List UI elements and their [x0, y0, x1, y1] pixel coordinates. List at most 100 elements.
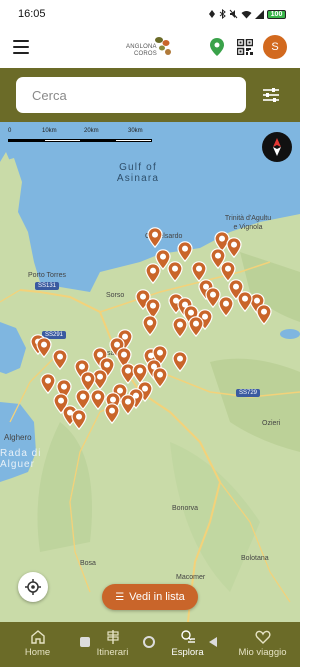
alarm-icon: [209, 10, 215, 18]
map-label-gulf: Gulf of Asinara: [116, 162, 160, 184]
menu-button[interactable]: [13, 40, 29, 54]
wifi-icon: [241, 10, 252, 18]
menu-icon-bar: [13, 40, 29, 42]
map-marker[interactable]: [147, 227, 163, 249]
map-pin-icon: [210, 38, 224, 56]
list-icon: ☰: [115, 591, 125, 603]
app-screen: 16:05 100 ANGLONA COROS S Cerca 0 10km 2…: [0, 0, 300, 667]
heart-icon: [255, 630, 270, 644]
status-icons: 100: [208, 9, 286, 19]
map-marker[interactable]: [142, 315, 158, 337]
marker-pin-icon: [145, 263, 161, 285]
marker-pin-icon: [147, 227, 163, 249]
scale-bar: 0 10km 20km 30km: [8, 127, 152, 143]
marker-pin-icon: [71, 409, 87, 431]
system-home-icon[interactable]: [143, 636, 155, 648]
scale-label: 10km: [42, 128, 57, 134]
map-label-rada: Rada di Alguer: [0, 448, 42, 470]
marker-pin-icon: [177, 241, 193, 263]
home-icon: [30, 630, 45, 644]
signal-icon: [255, 9, 264, 19]
crosshair-icon: [25, 579, 41, 595]
search-input[interactable]: [16, 77, 246, 113]
scale-segment: [45, 140, 80, 141]
map-marker[interactable]: [145, 263, 161, 285]
map-label-sorso: Sorso: [106, 292, 125, 299]
map-marker[interactable]: [218, 296, 234, 318]
qr-code-icon: [236, 38, 254, 56]
logo-text: ANGLONA COROS: [126, 44, 157, 58]
road-shield: SS729: [236, 389, 261, 397]
menu-icon-bar: [13, 46, 29, 48]
marker-pin-icon: [172, 317, 188, 339]
nav-item-itinerari[interactable]: Itinerari: [83, 629, 143, 658]
search-bar: [0, 68, 300, 122]
nav-item-mio-viaggio[interactable]: Mio viaggio: [233, 629, 293, 658]
marker-pin-icon: [120, 394, 136, 416]
map-marker[interactable]: [226, 237, 242, 259]
map-marker[interactable]: [237, 291, 253, 313]
system-back-icon[interactable]: [207, 636, 219, 648]
battery-icon: 100: [267, 9, 286, 19]
marker-pin-icon: [172, 351, 188, 373]
menu-icon-bar: [13, 52, 29, 54]
marker-pin-icon: [256, 304, 272, 326]
sliders-icon: [263, 88, 279, 102]
road-shield: SS131: [35, 282, 60, 290]
marker-pin-icon: [226, 237, 242, 259]
map-label-trinita: Trinità d'Agultu e Vignola: [224, 215, 272, 231]
map-label-bonorva: Bonorva: [172, 505, 199, 512]
nav-label: Esplora: [171, 647, 204, 658]
marker-pin-icon: [104, 403, 120, 425]
map-view[interactable]: 0 10km 20km 30km Gulf of Asinara Castels…: [0, 122, 300, 622]
app-header: ANGLONA COROS S: [0, 28, 300, 68]
marker-pin-icon: [237, 291, 253, 313]
map-marker[interactable]: [71, 409, 87, 431]
filter-button[interactable]: [262, 86, 280, 104]
signpost-icon: [106, 630, 119, 644]
map-pin-button[interactable]: [210, 38, 224, 56]
locate-button[interactable]: [18, 572, 48, 602]
map-marker[interactable]: [172, 317, 188, 339]
compass-button[interactable]: [262, 132, 292, 162]
map-marker[interactable]: [104, 403, 120, 425]
nav-label: Itinerari: [96, 647, 129, 658]
compass-icon: [273, 138, 281, 156]
nav-label: Home: [24, 647, 51, 658]
marker-pin-icon: [152, 367, 168, 389]
marker-pin-icon: [218, 296, 234, 318]
map-marker[interactable]: [40, 373, 56, 395]
map-marker[interactable]: [167, 261, 183, 283]
app-logo: ANGLONA COROS: [126, 34, 174, 62]
marker-pin-icon: [142, 315, 158, 337]
map-marker[interactable]: [177, 241, 193, 263]
nav-item-home[interactable]: Home: [8, 629, 68, 658]
status-bar: 16:05 100: [0, 0, 300, 28]
map-label-bolotana: Bolotana: [241, 555, 269, 562]
map-marker[interactable]: [188, 316, 204, 338]
map-label-porto-torres: Porto Torres: [28, 272, 66, 279]
map-marker[interactable]: [36, 337, 52, 359]
map-label-bosa: Bosa: [80, 560, 96, 567]
map-marker[interactable]: [52, 349, 68, 371]
map-marker[interactable]: [256, 304, 272, 326]
avatar[interactable]: S: [263, 35, 287, 59]
map-marker[interactable]: [120, 394, 136, 416]
map-label-ozieri: Ozieri: [262, 420, 281, 427]
map-marker[interactable]: [152, 367, 168, 389]
qr-code-button[interactable]: [236, 38, 254, 56]
map-marker[interactable]: [172, 351, 188, 373]
system-recents-icon[interactable]: [79, 636, 91, 648]
scale-label: 0: [8, 128, 12, 134]
scale-label: 20km: [84, 128, 99, 134]
nav-label: Mio viaggio: [238, 647, 287, 658]
view-list-button[interactable]: ☰ Vedi in lista: [102, 584, 198, 610]
status-time: 16:05: [18, 8, 46, 20]
logo-line1: ANGLONA: [126, 44, 157, 50]
marker-pin-icon: [52, 349, 68, 371]
explore-list-icon: [180, 630, 195, 643]
marker-pin-icon: [36, 337, 52, 359]
scale-label: 30km: [128, 128, 143, 134]
marker-pin-icon: [188, 316, 204, 338]
map-label-macomer: Macomer: [176, 574, 206, 581]
